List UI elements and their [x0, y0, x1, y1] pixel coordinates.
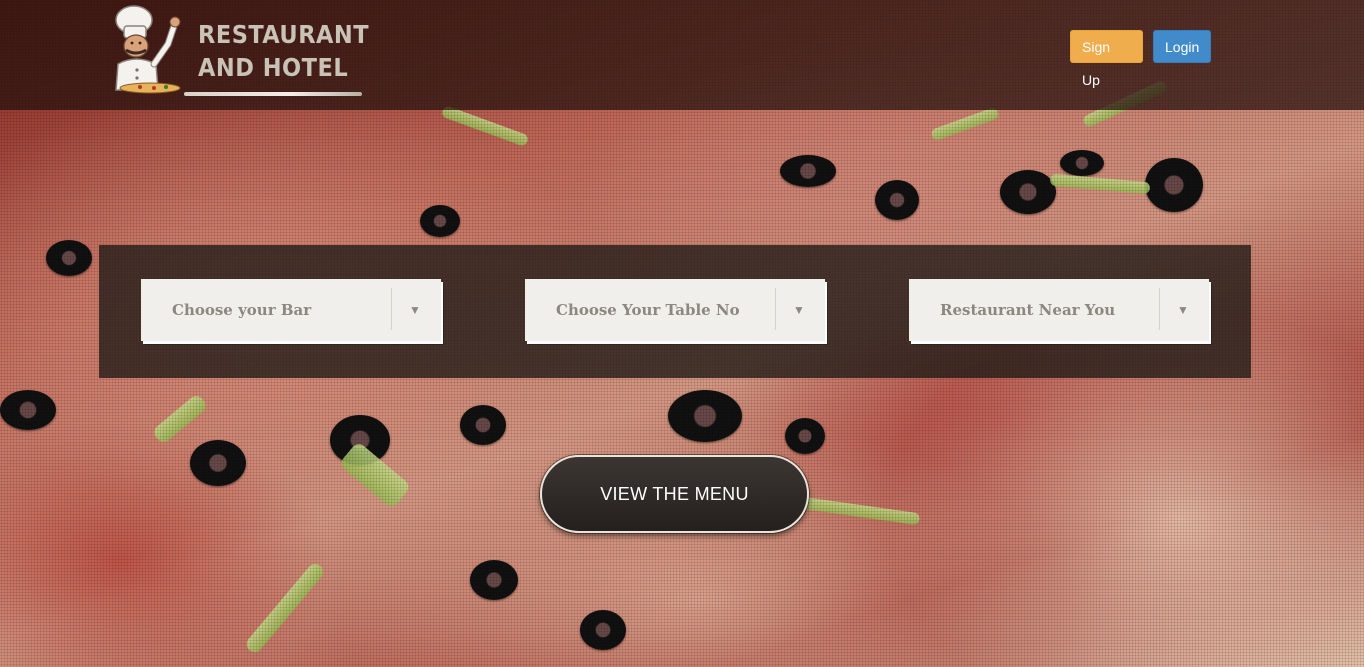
olive-decoration — [46, 240, 92, 276]
olive-decoration — [785, 418, 825, 454]
pepper-decoration — [440, 104, 530, 148]
select-divider — [775, 288, 776, 330]
olive-decoration — [0, 390, 56, 430]
pepper-decoration — [1049, 173, 1151, 195]
signup-button[interactable]: Sign Up — [1070, 30, 1143, 88]
site-header: RESTAURANT AND HOTEL Sign Up Login — [0, 0, 1364, 110]
pepper-decoration — [243, 560, 327, 656]
table-select-label: Choose Your Table No — [556, 301, 740, 319]
table-select[interactable]: Choose Your Table No ▼ — [525, 279, 825, 341]
select-divider — [391, 288, 392, 330]
olive-decoration — [190, 440, 246, 486]
brand-name: RESTAURANT AND HOTEL — [198, 18, 369, 84]
logo[interactable]: RESTAURANT AND HOTEL — [110, 2, 370, 102]
caret-down-icon: ▼ — [793, 303, 805, 317]
olive-decoration — [1060, 150, 1104, 176]
bar-select[interactable]: Choose your Bar ▼ — [141, 279, 441, 341]
olive-decoration — [780, 155, 836, 187]
restaurant-select-label: Restaurant Near You — [940, 301, 1116, 319]
search-panel: Choose your Bar ▼ Choose Your Table No ▼… — [99, 245, 1251, 378]
olive-decoration — [420, 205, 460, 237]
olive-decoration — [470, 560, 518, 600]
olive-decoration — [460, 405, 506, 445]
olive-decoration — [1000, 170, 1056, 214]
bar-select-label: Choose your Bar — [172, 301, 312, 319]
login-button[interactable]: Login — [1153, 30, 1211, 63]
olive-decoration — [668, 390, 742, 442]
chef-icon — [115, 5, 181, 94]
restaurant-select[interactable]: Restaurant Near You ▼ — [909, 279, 1209, 341]
pepper-decoration — [799, 496, 921, 526]
brand-line-2: AND HOTEL — [198, 53, 349, 82]
pepper-decoration — [151, 392, 209, 446]
caret-down-icon: ▼ — [409, 303, 421, 317]
caret-down-icon: ▼ — [1177, 303, 1189, 317]
view-menu-button[interactable]: VIEW THE MENU — [540, 455, 809, 533]
logo-underline — [184, 92, 362, 96]
olive-decoration — [1145, 158, 1203, 212]
pepper-decoration — [930, 106, 1000, 142]
olive-decoration — [875, 180, 919, 220]
select-divider — [1159, 288, 1160, 330]
olive-decoration — [580, 610, 626, 650]
brand-line-1: RESTAURANT — [198, 20, 370, 49]
